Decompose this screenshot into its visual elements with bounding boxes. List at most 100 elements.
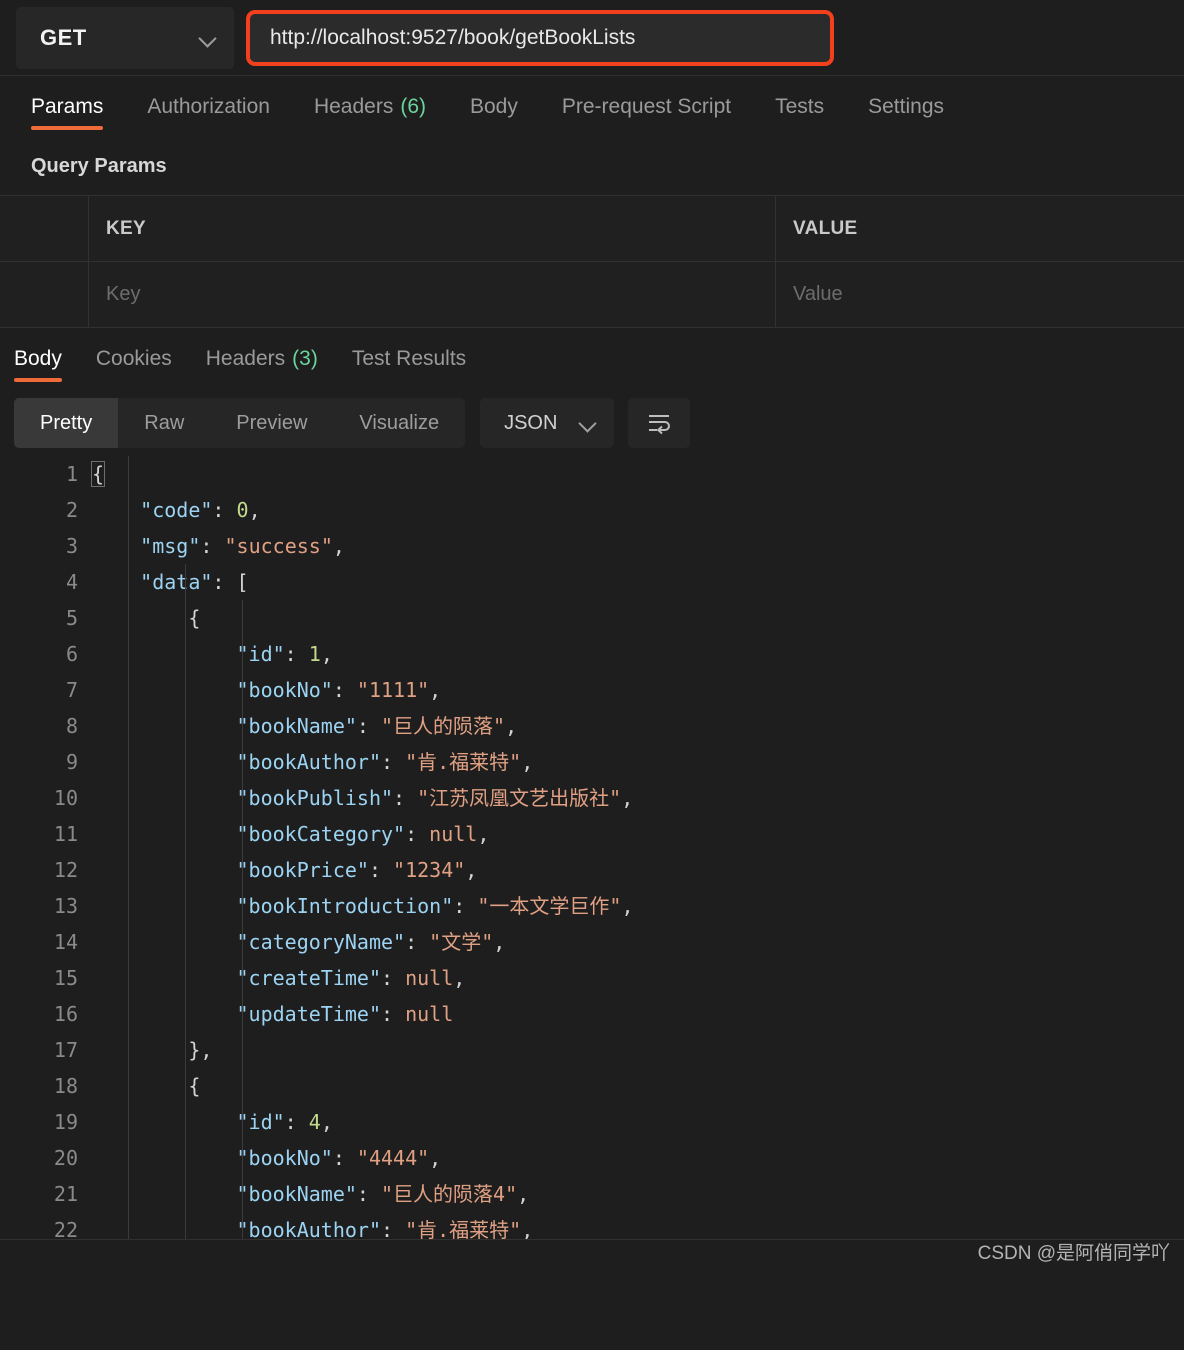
- token-punct: :: [381, 750, 406, 774]
- token-str: "巨人的陨落": [381, 714, 506, 738]
- code-line: 18 {: [0, 1068, 1184, 1104]
- tab-label: Body: [14, 347, 62, 370]
- line-number: 10: [53, 786, 78, 810]
- line-number: 8: [65, 714, 78, 738]
- token-punct: ,: [465, 858, 478, 882]
- request-url-bar: GET http://localhost:9527/book/getBookLi…: [0, 0, 1184, 76]
- token-punct: [92, 1002, 237, 1026]
- watermark: CSDN @是阿俏同学吖: [977, 1243, 1170, 1264]
- token-str: "4444": [356, 1146, 430, 1170]
- code-line: 5 {: [0, 600, 1184, 636]
- table-header-row: KEY VALUE: [0, 196, 1184, 262]
- token-key: "updateTime": [236, 1002, 382, 1026]
- token-punct: :: [453, 894, 478, 918]
- code-line: 13 "bookIntroduction": "一本文学巨作",: [0, 888, 1184, 924]
- code-line-content: "createTime": null,: [92, 960, 466, 996]
- url-input[interactable]: http://localhost:9527/book/getBookLists: [246, 10, 834, 66]
- token-str: "1234": [393, 858, 466, 882]
- view-mode-preview[interactable]: Preview: [210, 398, 333, 448]
- token-punct: {: [90, 461, 106, 487]
- token-key: "id": [236, 642, 285, 666]
- token-str: "一本文学巨作": [477, 894, 622, 918]
- token-punct: [92, 678, 237, 702]
- tab-settings[interactable]: Settings: [868, 76, 944, 138]
- code-line: 3 "msg": "success",: [0, 528, 1184, 564]
- response-tab-body[interactable]: Body: [14, 328, 62, 390]
- tab-tests[interactable]: Tests: [775, 76, 824, 138]
- tab-count-badge: (3): [292, 347, 318, 370]
- token-punct: [92, 1182, 237, 1206]
- token-punct: :: [284, 642, 309, 666]
- line-number: 6: [65, 642, 78, 666]
- response-format-selector[interactable]: JSON: [480, 398, 615, 448]
- line-number: 15: [53, 966, 78, 990]
- token-key: "bookAuthor": [236, 750, 382, 774]
- token-punct: :: [381, 966, 406, 990]
- token-key: "code": [140, 498, 213, 522]
- code-line-content: "updateTime": null: [92, 996, 454, 1032]
- indent-guide: [242, 600, 243, 1268]
- line-number: 21: [53, 1182, 78, 1206]
- response-tab-test-results[interactable]: Test Results: [352, 328, 466, 390]
- token-punct: : [: [212, 570, 249, 594]
- token-key: "msg": [140, 534, 201, 558]
- code-line: 1{: [0, 456, 1184, 492]
- tab-label: Body: [470, 95, 518, 118]
- token-punct: ,: [453, 966, 466, 990]
- token-punct: ,: [621, 786, 634, 810]
- code-line: 2 "code": 0,: [0, 492, 1184, 528]
- response-body-code[interactable]: 1{2 "code": 0, 3 "msg": "success", 4 "data…: [0, 456, 1184, 1268]
- code-line-content: {: [90, 456, 106, 492]
- line-number: 13: [53, 894, 78, 918]
- code-line-content: },: [92, 1032, 212, 1068]
- row-checkbox-cell[interactable]: [0, 262, 89, 327]
- line-number: 3: [65, 534, 78, 558]
- line-number: 7: [65, 678, 78, 702]
- token-str: "江苏凤凰文艺出版社": [417, 786, 622, 810]
- line-number: 5: [65, 606, 78, 630]
- token-punct: ,: [320, 1110, 333, 1134]
- token-punct: ,: [493, 930, 506, 954]
- token-punct: [92, 786, 237, 810]
- view-mode-pretty[interactable]: Pretty: [14, 398, 119, 448]
- code-line-content: "bookPrice": "1234",: [92, 852, 478, 888]
- token-punct: ,: [477, 822, 490, 846]
- token-num: 0: [236, 498, 249, 522]
- param-value-input[interactable]: Value: [776, 262, 1184, 327]
- response-view-toolbar: Pretty Raw Preview Visualize JSON: [0, 390, 1184, 456]
- code-line: 15 "createTime": null,: [0, 960, 1184, 996]
- code-line: 9 "bookAuthor": "肯.福莱特",: [0, 744, 1184, 780]
- view-mode-visualize[interactable]: Visualize: [333, 398, 465, 448]
- line-number: 2: [65, 498, 78, 522]
- http-method-selector[interactable]: GET: [16, 7, 234, 69]
- token-punct: :: [284, 1110, 309, 1134]
- tab-pre-request-script[interactable]: Pre-request Script: [562, 76, 731, 138]
- response-tab-cookies[interactable]: Cookies: [96, 328, 172, 390]
- response-view-mode-group: Pretty Raw Preview Visualize: [14, 398, 466, 448]
- code-line-content: "bookAuthor": "肯.福莱特",: [92, 744, 534, 780]
- token-punct: [92, 498, 140, 522]
- view-mode-raw[interactable]: Raw: [118, 398, 210, 448]
- token-key: "id": [236, 1110, 285, 1134]
- code-line-content: "bookName": "巨人的陨落",: [92, 708, 518, 744]
- param-key-input[interactable]: Key: [89, 262, 776, 327]
- tab-body[interactable]: Body: [470, 76, 518, 138]
- tab-label: Authorization: [147, 95, 270, 118]
- token-punct: :: [393, 786, 418, 810]
- column-header-value-label: VALUE: [793, 217, 858, 239]
- token-punct: [92, 1110, 237, 1134]
- tab-headers[interactable]: Headers (6): [314, 76, 426, 138]
- tab-label: Headers: [313, 95, 394, 118]
- token-key: "bookName": [236, 1182, 357, 1206]
- response-tab-headers[interactable]: Headers (3): [206, 328, 318, 390]
- line-number: 11: [53, 822, 78, 846]
- token-punct: ,: [332, 534, 345, 558]
- token-str: "肯.福莱特": [405, 750, 522, 774]
- code-line-content: "bookPublish": "江苏凤凰文艺出版社",: [92, 780, 634, 816]
- chevron-down-icon: [579, 415, 596, 432]
- word-wrap-toggle[interactable]: [628, 398, 691, 448]
- tab-params[interactable]: Params: [31, 76, 104, 138]
- token-punct: [92, 534, 140, 558]
- tab-authorization[interactable]: Authorization: [147, 76, 270, 138]
- token-punct: ,: [521, 750, 534, 774]
